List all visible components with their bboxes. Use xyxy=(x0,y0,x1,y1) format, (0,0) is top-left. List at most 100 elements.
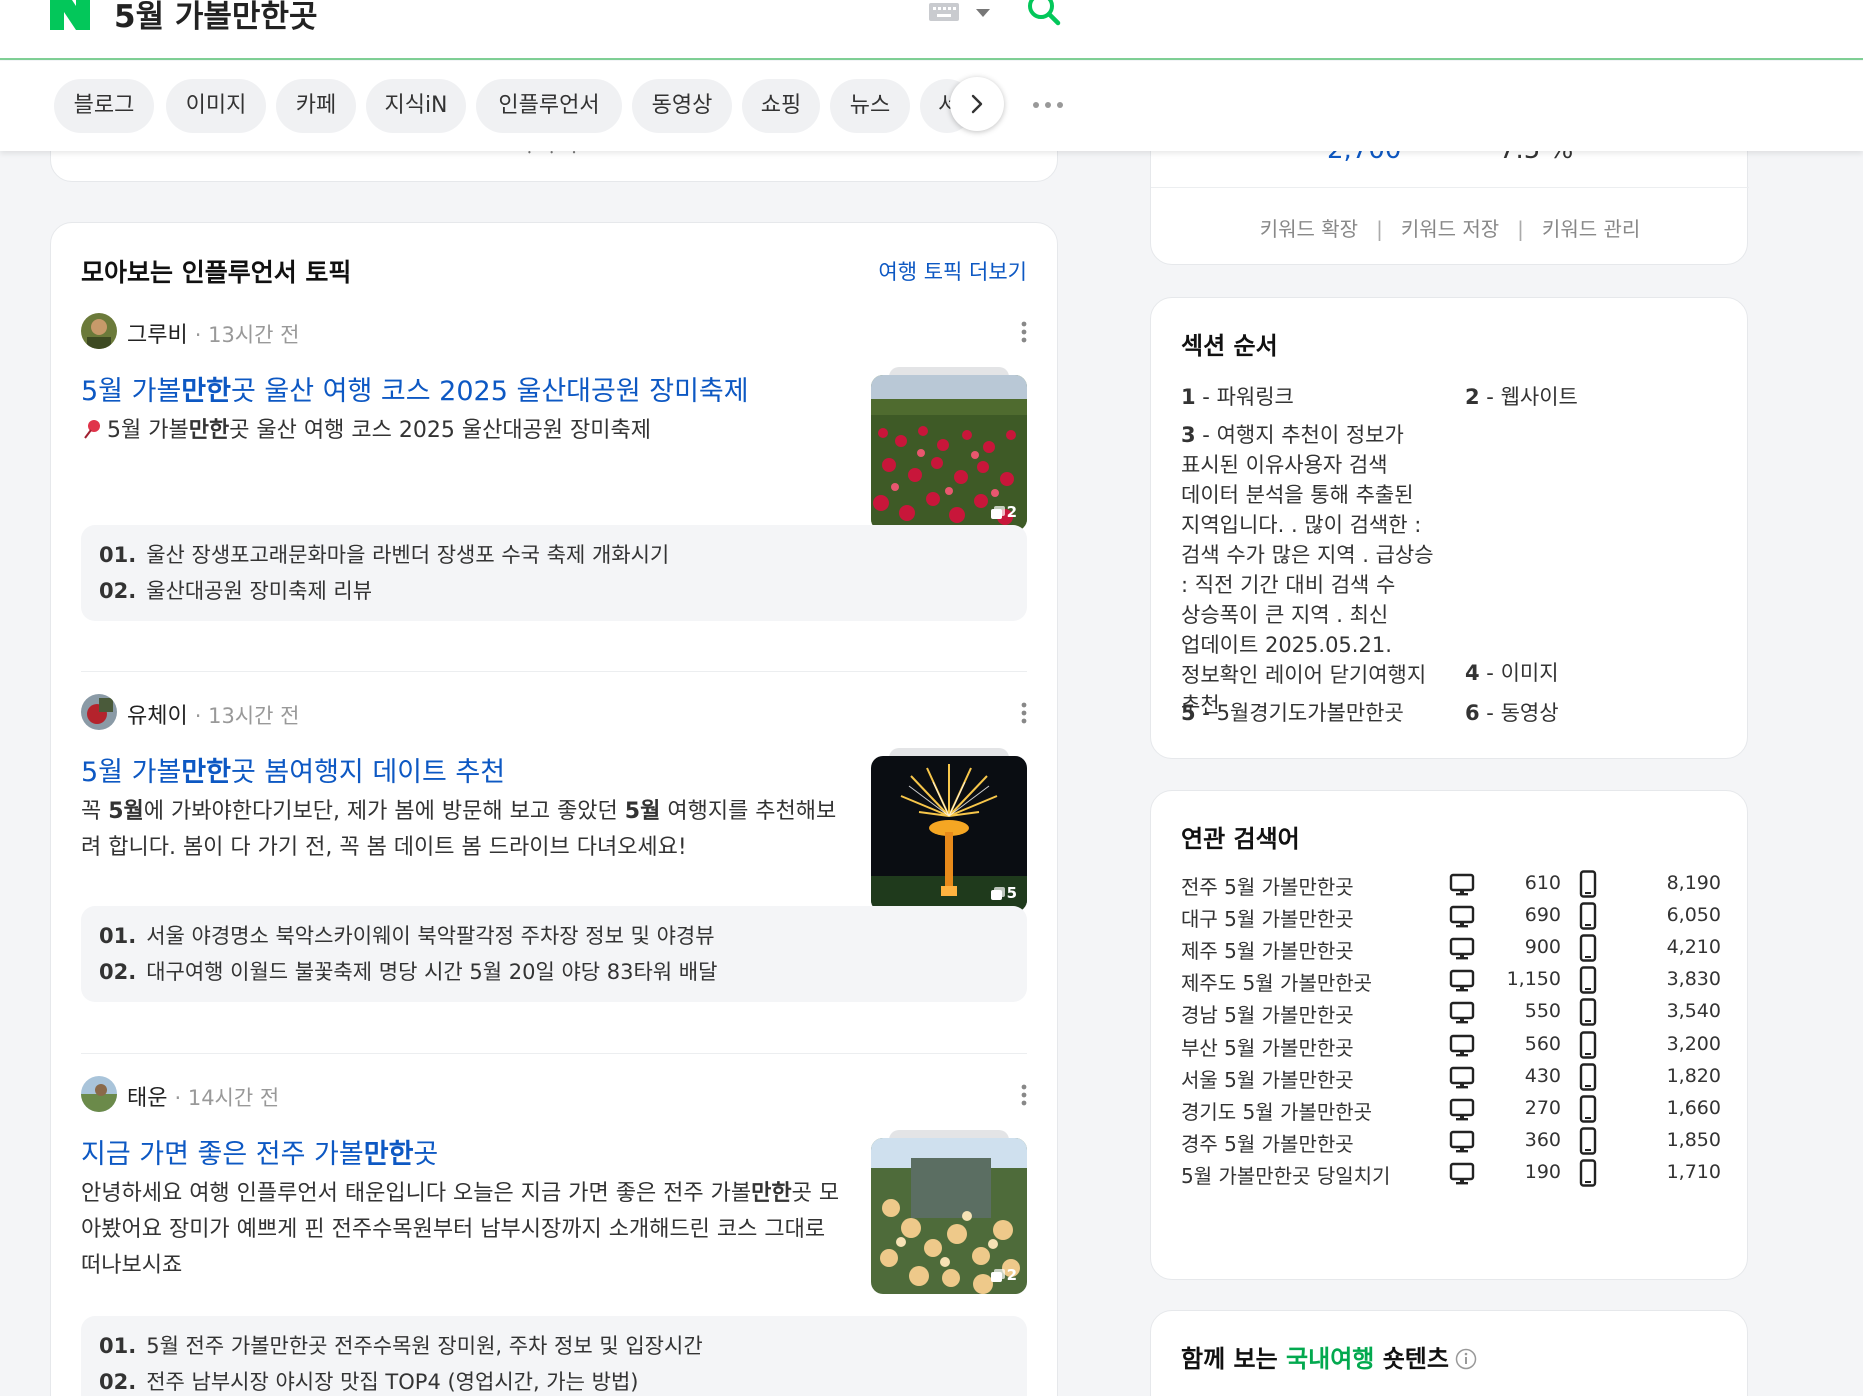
post-thumbnail-rose-arch[interactable]: 2 xyxy=(871,1138,1027,1294)
related-keyword-text[interactable]: 부산 5월 가볼만한곳 xyxy=(1181,1032,1354,1061)
related-keyword-row[interactable]: 5월 가볼만한곳 당일치기 190 1,710 xyxy=(1181,1156,1721,1192)
gallery-icon xyxy=(990,1269,1005,1282)
tab-blog[interactable]: 블로그 xyxy=(54,79,154,133)
post-divider xyxy=(81,671,1027,672)
pc-search-count: 900 xyxy=(1524,936,1561,959)
chevron-right-icon xyxy=(971,94,983,114)
tab-news[interactable]: 뉴스 xyxy=(830,79,910,133)
search-tabs-bar: 블로그 이미지 카페 지식iN 인플루언서 동영상 쇼핑 뉴스 서 xyxy=(0,61,1863,151)
influencer-post-groovy: 그루비 · 13시간 전 5월 가볼만한곳 울산 여행 코스 2025 울산대공… xyxy=(81,313,1027,653)
mobile-phone-icon xyxy=(1579,1030,1597,1059)
related-keyword-row[interactable]: 경주 5월 가볼만한곳 360 1,850 xyxy=(1181,1124,1721,1160)
post-title-link[interactable]: 5월 가볼만한곳 울산 여행 코스 2025 울산대공원 장미축제 xyxy=(81,369,749,408)
post-author[interactable]: 태운 · 14시간 전 xyxy=(127,1080,279,1112)
avatar[interactable] xyxy=(81,694,117,730)
tab-kin[interactable]: 지식iN xyxy=(366,79,466,133)
avatar[interactable] xyxy=(81,1076,117,1112)
kebab-menu-icon[interactable] xyxy=(1021,321,1027,343)
related-keyword-text[interactable]: 서울 5월 가볼만한곳 xyxy=(1181,1064,1354,1093)
related-post-item[interactable]: 01. 서울 야경명소 북악스카이웨이 북악팔각정 주차장 정보 및 야경뷰 xyxy=(99,920,715,950)
related-post-list: 01. 5월 전주 가볼만한곳 전주수목원 장미원, 주차 정보 및 입장시간 0… xyxy=(81,1316,1027,1396)
pc-search-count: 560 xyxy=(1524,1032,1561,1055)
post-author[interactable]: 그루비 · 13시간 전 xyxy=(127,317,299,349)
chevron-down-icon[interactable] xyxy=(976,9,990,17)
tab-image[interactable]: 이미지 xyxy=(166,79,266,133)
keyword-expand-link[interactable]: 키워드 확장 xyxy=(1260,217,1358,241)
keyword-actions: 키워드 확장 | 키워드 저장 | 키워드 관리 xyxy=(1151,213,1749,242)
desktop-monitor-icon xyxy=(1449,1130,1475,1153)
related-keyword-row[interactable]: 제주도 5월 가볼만한곳 1,150 3,830 xyxy=(1181,963,1721,999)
keyword-manage-link[interactable]: 키워드 관리 xyxy=(1542,217,1640,241)
post-author[interactable]: 유체이 · 13시간 전 xyxy=(127,698,299,730)
related-keyword-text[interactable]: 경주 5월 가볼만한곳 xyxy=(1181,1128,1354,1157)
tab-video[interactable]: 동영상 xyxy=(632,79,732,133)
kebab-menu-icon[interactable] xyxy=(1021,702,1027,724)
post-time: · 13시간 전 xyxy=(194,704,300,728)
kebab-menu-icon[interactable] xyxy=(1021,1084,1027,1106)
related-keyword-text[interactable]: 제주도 5월 가볼만한곳 xyxy=(1181,967,1372,996)
related-keyword-text[interactable]: 대구 5월 가볼만한곳 xyxy=(1181,903,1354,932)
mobile-phone-icon xyxy=(1579,1062,1597,1091)
tab-shopping[interactable]: 쇼핑 xyxy=(742,79,820,133)
related-post-item[interactable]: 01. 울산 장생포고래문화마을 라벤더 장생포 수국 축제 개화시기 xyxy=(99,539,669,569)
related-keyword-row[interactable]: 제주 5월 가볼만한곳 900 4,210 xyxy=(1181,931,1721,967)
related-post-item[interactable]: 02. 전주 남부시장 야시장 맛집 TOP4 (영업시간, 가는 방법) xyxy=(99,1366,638,1396)
related-keyword-row[interactable]: 전주 5월 가볼만한곳 610 8,190 xyxy=(1181,867,1721,903)
related-keyword-row[interactable]: 경기도 5월 가볼만한곳 270 1,660 xyxy=(1181,1092,1721,1128)
naver-logo-icon[interactable] xyxy=(50,0,90,30)
related-keyword-text[interactable]: 5월 가볼만한곳 당일치기 xyxy=(1181,1160,1390,1189)
desktop-monitor-icon xyxy=(1449,1034,1475,1056)
mobile-phone-icon xyxy=(1579,1094,1597,1123)
card-title: 모아보는 인플루언서 토픽 xyxy=(81,258,352,287)
search-query-text[interactable]: 5월 가볼만한곳 xyxy=(114,0,317,36)
related-keyword-text[interactable]: 전주 5월 가볼만한곳 xyxy=(1181,871,1354,900)
keyword-save-link[interactable]: 키워드 저장 xyxy=(1401,217,1499,241)
info-icon[interactable] xyxy=(1455,1348,1477,1370)
related-post-list: 01. 서울 야경명소 북악스카이웨이 북악팔각정 주차장 정보 및 야경뷰 02… xyxy=(81,906,1027,1002)
mobile-phone-icon xyxy=(1579,998,1597,1027)
post-thumbnail-rose-garden[interactable]: 2 xyxy=(871,375,1027,531)
related-keyword-text[interactable]: 제주 5월 가볼만한곳 xyxy=(1181,935,1354,964)
post-description: 안녕하세요 여행 인플루언서 태운입니다 오늘은 지금 가면 좋은 전주 가볼만… xyxy=(81,1181,840,1278)
more-dots-icon[interactable] xyxy=(1032,101,1064,109)
pc-search-count: 270 xyxy=(1524,1096,1561,1119)
tabs-next-button[interactable] xyxy=(950,77,1004,131)
influencer-post-taeun: 태운 · 14시간 전 지금 가면 좋은 전주 가볼만한곳 안녕하세요 여행 인… xyxy=(81,1076,1027,1396)
post-time: · 14시간 전 xyxy=(174,1086,280,1110)
separator: | xyxy=(1517,217,1524,241)
post-divider xyxy=(81,1053,1027,1054)
related-keyword-row[interactable]: 부산 5월 가볼만한곳 560 3,200 xyxy=(1181,1028,1721,1064)
related-keyword-row[interactable]: 경남 5월 가볼만한곳 550 3,540 xyxy=(1181,995,1721,1031)
section-order-item: 5 - 5월경기도가볼만한곳 xyxy=(1181,701,1404,725)
keyboard-icon[interactable] xyxy=(928,2,960,22)
influencer-topic-card: 모아보는 인플루언서 토픽 여행 토픽 더보기 그루비 · 13시간 전 5월 … xyxy=(50,222,1058,1396)
post-description: 5월 가볼만한곳 울산 여행 코스 2025 울산대공원 장미축제 xyxy=(81,413,851,449)
tab-influencer[interactable]: 인플루언서 xyxy=(476,79,622,133)
author-name: 태운 xyxy=(127,1086,168,1111)
related-keyword-row[interactable]: 서울 5월 가볼만한곳 430 1,820 xyxy=(1181,1060,1721,1096)
related-keyword-row[interactable]: 대구 5월 가볼만한곳 690 6,050 xyxy=(1181,899,1721,935)
related-keyword-text[interactable]: 경기도 5월 가볼만한곳 xyxy=(1181,1096,1372,1125)
post-thumbnail-tower-fireworks[interactable]: 5 xyxy=(871,756,1027,912)
section-order-item: 6 - 동영상 xyxy=(1465,701,1559,725)
search-icon[interactable] xyxy=(1024,0,1064,30)
mobile-phone-icon xyxy=(1579,870,1597,898)
travel-topic-more-link[interactable]: 여행 토픽 더보기 xyxy=(878,256,1027,286)
section-order-item: 4 - 이미지 xyxy=(1465,661,1559,685)
related-post-item[interactable]: 01. 5월 전주 가볼만한곳 전주수목원 장미원, 주차 정보 및 입장시간 xyxy=(99,1330,703,1360)
tab-cafe[interactable]: 카페 xyxy=(276,79,356,133)
desktop-monitor-icon xyxy=(1449,937,1475,960)
search-header: 5월 가볼만한곳 xyxy=(0,0,1863,60)
pc-search-count: 430 xyxy=(1524,1064,1561,1087)
post-title-link[interactable]: 지금 가면 좋은 전주 가볼만한곳 xyxy=(81,1132,438,1171)
post-time: · 13시간 전 xyxy=(194,323,300,347)
mobile-search-count: 4,210 xyxy=(1666,936,1721,959)
avatar[interactable] xyxy=(81,313,117,349)
mobile-search-count: 1,820 xyxy=(1666,1064,1721,1087)
related-keyword-text[interactable]: 경남 5월 가볼만한곳 xyxy=(1181,999,1354,1028)
author-name: 유체이 xyxy=(127,704,188,729)
related-post-item[interactable]: 02. 울산대공원 장미축제 리뷰 xyxy=(99,575,372,605)
mobile-phone-icon xyxy=(1579,902,1597,930)
post-title-link[interactable]: 5월 가볼만한곳 봄여행지 데이트 추천 xyxy=(81,750,505,789)
related-post-item[interactable]: 02. 대구여행 이월드 불꽃축제 명당 시간 5월 20일 야당 83타워 배달 xyxy=(99,956,717,986)
